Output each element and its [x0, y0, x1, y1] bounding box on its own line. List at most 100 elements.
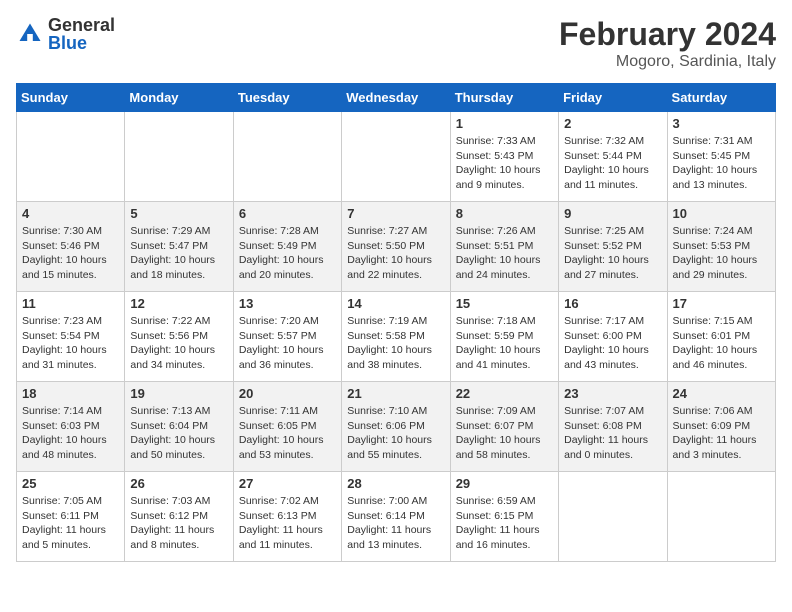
calendar-cell: 5Sunrise: 7:29 AMSunset: 5:47 PMDaylight… — [125, 202, 233, 292]
location: Mogoro, Sardinia, Italy — [559, 53, 776, 71]
calendar-cell — [342, 112, 450, 202]
day-number: 23 — [564, 386, 661, 401]
logo-text: General Blue — [48, 16, 115, 52]
calendar-cell: 8 Sunrise: 7:26 AMSunset: 5:51 PMDaylight… — [450, 202, 558, 292]
day-info: Sunrise: 7:24 AMSunset: 5:53 PMDaylight:… — [673, 224, 770, 283]
calendar-cell — [667, 472, 775, 562]
day-info: Sunrise: 7:19 AMSunset: 5:58 PMDaylight:… — [347, 314, 444, 373]
header: General Blue February 2024 Mogoro, Sardi… — [16, 16, 776, 71]
calendar-cell: 26 Sunrise: 7:03 AMSunset: 6:12 PMDayligh… — [125, 472, 233, 562]
day-number: 6 — [239, 206, 336, 221]
calendar-row: 1 Sunrise: 7:33 AMSunset: 5:43 PMDaylight… — [17, 112, 776, 202]
day-info: Sunrise: 7:10 AMSunset: 6:06 PMDaylight:… — [347, 404, 444, 463]
header-saturday: Saturday — [667, 84, 775, 112]
day-number: 3 — [673, 116, 770, 131]
day-number: 8 — [456, 206, 553, 221]
header-thursday: Thursday — [450, 84, 558, 112]
header-sunday: Sunday — [17, 84, 125, 112]
day-number: 20 — [239, 386, 336, 401]
calendar-cell: 27 Sunrise: 7:02 AMSunset: 6:13 PMDayligh… — [233, 472, 341, 562]
calendar-cell: 21 Sunrise: 7:10 AMSunset: 6:06 PMDayligh… — [342, 382, 450, 472]
day-info: Sunrise: 7:02 AMSunset: 6:13 PMDaylight:… — [239, 494, 336, 553]
day-number: 29 — [456, 476, 553, 491]
day-info: Sunrise: 7:20 AMSunset: 5:57 PMDaylight:… — [239, 314, 336, 373]
day-number: 19 — [130, 386, 227, 401]
day-info: Sunrise: 7:14 AMSunset: 6:03 PMDaylight:… — [22, 404, 119, 463]
calendar-row: 11 Sunrise: 7:23 AMSunset: 5:54 PMDayligh… — [17, 292, 776, 382]
day-info: Sunrise: 7:31 AMSunset: 5:45 PMDaylight:… — [673, 134, 770, 193]
day-number: 21 — [347, 386, 444, 401]
day-info: Sunrise: 7:28 AMSunset: 5:49 PMDaylight:… — [239, 224, 336, 283]
day-info: Sunrise: 7:11 AMSunset: 6:05 PMDaylight:… — [239, 404, 336, 463]
header-monday: Monday — [125, 84, 233, 112]
day-info: Sunrise: 6:59 AMSunset: 6:15 PMDaylight:… — [456, 494, 553, 553]
calendar-cell: 18 Sunrise: 7:14 AMSunset: 6:03 PMDayligh… — [17, 382, 125, 472]
calendar-cell: 29 Sunrise: 6:59 AMSunset: 6:15 PMDayligh… — [450, 472, 558, 562]
calendar-cell: 10 Sunrise: 7:24 AMSunset: 5:53 PMDayligh… — [667, 202, 775, 292]
calendar: SundayMondayTuesdayWednesdayThursdayFrid… — [16, 83, 776, 562]
day-number: 15 — [456, 296, 553, 311]
logo-icon — [16, 20, 44, 48]
day-info: Sunrise: 7:00 AMSunset: 6:14 PMDaylight:… — [347, 494, 444, 553]
calendar-row: 18 Sunrise: 7:14 AMSunset: 6:03 PMDayligh… — [17, 382, 776, 472]
calendar-cell: 13Sunrise: 7:20 AMSunset: 5:57 PMDayligh… — [233, 292, 341, 382]
logo-blue: Blue — [48, 34, 115, 52]
day-number: 27 — [239, 476, 336, 491]
calendar-cell: 12 Sunrise: 7:22 AMSunset: 5:56 PMDayligh… — [125, 292, 233, 382]
calendar-header-row: SundayMondayTuesdayWednesdayThursdayFrid… — [17, 84, 776, 112]
calendar-cell: 15 Sunrise: 7:18 AMSunset: 5:59 PMDayligh… — [450, 292, 558, 382]
calendar-cell: 25Sunrise: 7:05 AMSunset: 6:11 PMDayligh… — [17, 472, 125, 562]
day-number: 18 — [22, 386, 119, 401]
header-friday: Friday — [559, 84, 667, 112]
day-number: 22 — [456, 386, 553, 401]
calendar-cell: 20 Sunrise: 7:11 AMSunset: 6:05 PMDayligh… — [233, 382, 341, 472]
day-info: Sunrise: 7:26 AMSunset: 5:51 PMDaylight:… — [456, 224, 553, 283]
day-number: 26 — [130, 476, 227, 491]
logo-general: General — [48, 16, 115, 34]
day-info: Sunrise: 7:22 AMSunset: 5:56 PMDaylight:… — [130, 314, 227, 373]
calendar-cell — [233, 112, 341, 202]
calendar-cell: 2 Sunrise: 7:32 AMSunset: 5:44 PMDaylight… — [559, 112, 667, 202]
calendar-cell: 17 Sunrise: 7:15 AMSunset: 6:01 PMDayligh… — [667, 292, 775, 382]
day-info: Sunrise: 7:27 AMSunset: 5:50 PMDaylight:… — [347, 224, 444, 283]
day-info: Sunrise: 7:32 AMSunset: 5:44 PMDaylight:… — [564, 134, 661, 193]
calendar-cell — [559, 472, 667, 562]
day-info: Sunrise: 7:03 AMSunset: 6:12 PMDaylight:… — [130, 494, 227, 553]
calendar-cell — [17, 112, 125, 202]
calendar-cell: 24Sunrise: 7:06 AMSunset: 6:09 PMDayligh… — [667, 382, 775, 472]
calendar-cell: 11 Sunrise: 7:23 AMSunset: 5:54 PMDayligh… — [17, 292, 125, 382]
day-number: 4 — [22, 206, 119, 221]
day-number: 9 — [564, 206, 661, 221]
day-info: Sunrise: 7:25 AMSunset: 5:52 PMDaylight:… — [564, 224, 661, 283]
month-title: February 2024 — [559, 16, 776, 53]
day-number: 1 — [456, 116, 553, 131]
calendar-cell: 23Sunrise: 7:07 AMSunset: 6:08 PMDayligh… — [559, 382, 667, 472]
calendar-cell: 14 Sunrise: 7:19 AMSunset: 5:58 PMDayligh… — [342, 292, 450, 382]
day-number: 7 — [347, 206, 444, 221]
calendar-cell — [125, 112, 233, 202]
day-number: 12 — [130, 296, 227, 311]
day-info: Sunrise: 7:18 AMSunset: 5:59 PMDaylight:… — [456, 314, 553, 373]
day-info: Sunrise: 7:33 AMSunset: 5:43 PMDaylight:… — [456, 134, 553, 193]
day-number: 2 — [564, 116, 661, 131]
day-number: 17 — [673, 296, 770, 311]
day-info: Sunrise: 7:05 AMSunset: 6:11 PMDaylight:… — [22, 494, 119, 553]
day-info: Sunrise: 7:15 AMSunset: 6:01 PMDaylight:… — [673, 314, 770, 373]
day-number: 11 — [22, 296, 119, 311]
calendar-cell: 4 Sunrise: 7:30 AMSunset: 5:46 PMDaylight… — [17, 202, 125, 292]
logo: General Blue — [16, 16, 115, 52]
day-number: 24 — [673, 386, 770, 401]
calendar-cell: 9 Sunrise: 7:25 AMSunset: 5:52 PMDaylight… — [559, 202, 667, 292]
day-number: 14 — [347, 296, 444, 311]
calendar-cell: 16Sunrise: 7:17 AMSunset: 6:00 PMDayligh… — [559, 292, 667, 382]
day-info: Sunrise: 7:23 AMSunset: 5:54 PMDaylight:… — [22, 314, 119, 373]
day-number: 16 — [564, 296, 661, 311]
calendar-cell: 19Sunrise: 7:13 AMSunset: 6:04 PMDayligh… — [125, 382, 233, 472]
calendar-cell: 1 Sunrise: 7:33 AMSunset: 5:43 PMDaylight… — [450, 112, 558, 202]
calendar-cell: 28Sunrise: 7:00 AMSunset: 6:14 PMDayligh… — [342, 472, 450, 562]
day-info: Sunrise: 7:29 AMSunset: 5:47 PMDaylight:… — [130, 224, 227, 283]
day-info: Sunrise: 7:30 AMSunset: 5:46 PMDaylight:… — [22, 224, 119, 283]
header-wednesday: Wednesday — [342, 84, 450, 112]
day-number: 10 — [673, 206, 770, 221]
calendar-row: 25Sunrise: 7:05 AMSunset: 6:11 PMDayligh… — [17, 472, 776, 562]
